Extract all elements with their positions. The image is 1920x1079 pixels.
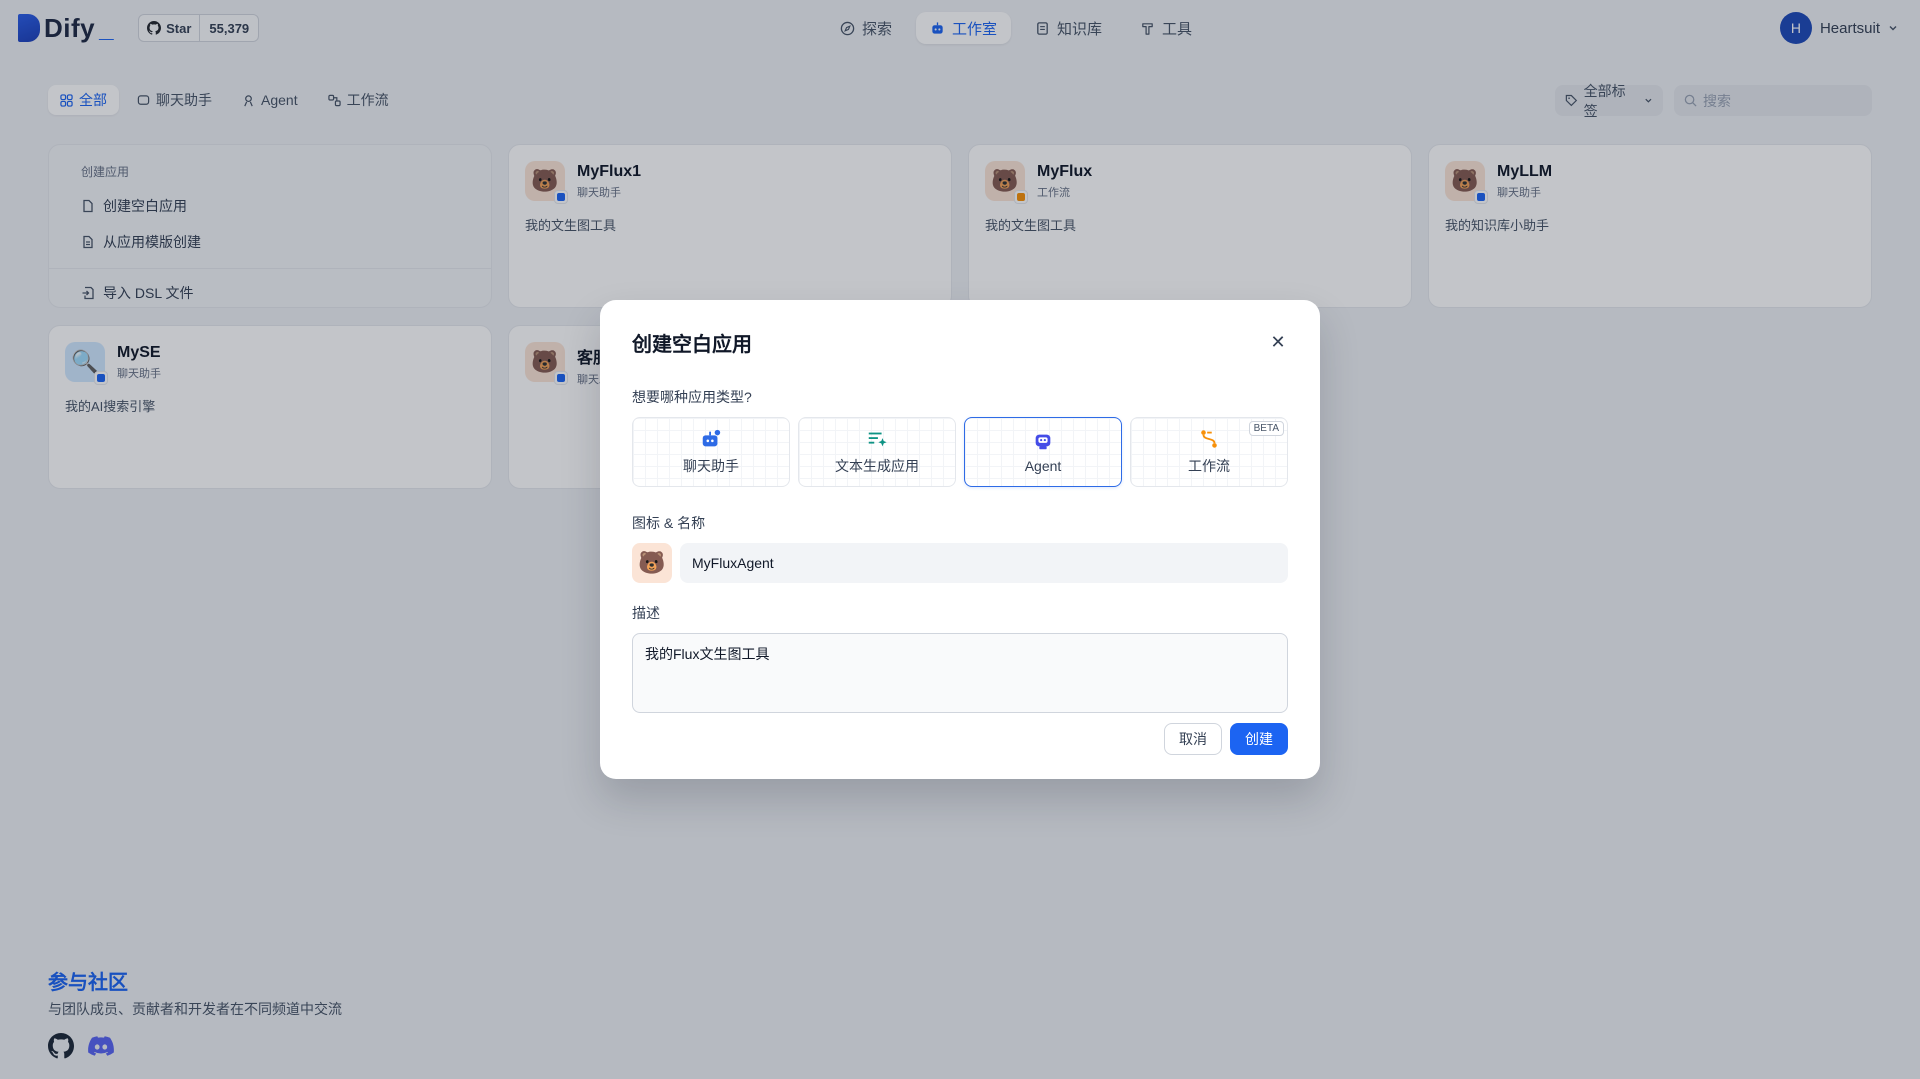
type-option-text-generation-label: 文本生成应用 — [835, 458, 919, 474]
text-generation-icon — [868, 432, 887, 447]
type-option-agent[interactable]: Agent — [964, 417, 1122, 487]
type-option-chat[interactable]: 聊天助手 — [632, 417, 790, 487]
app-type-selector: 聊天助手 文本生成应用 Agent BETA 工作流 — [632, 417, 1288, 487]
dialog-title: 创建空白应用 — [632, 334, 752, 356]
app-type-question: 想要哪种应用类型? — [632, 389, 752, 405]
close-icon[interactable]: ✕ — [1268, 332, 1288, 352]
chat-bot-icon — [702, 429, 721, 447]
workflow-icon — [1201, 430, 1217, 448]
create-blank-app-dialog: 创建空白应用 ✕ 想要哪种应用类型? 聊天助手 文本生成应用 Agent BET… — [600, 300, 1320, 779]
cancel-button[interactable]: 取消 — [1164, 723, 1222, 755]
type-option-text-generation[interactable]: 文本生成应用 — [798, 417, 956, 487]
agent-robot-icon — [1035, 434, 1051, 450]
description-textarea[interactable]: 我的Flux文生图工具 — [632, 633, 1288, 713]
create-button[interactable]: 创建 — [1230, 723, 1288, 755]
description-label: 描述 — [632, 605, 660, 621]
type-option-agent-label: Agent — [1024, 458, 1062, 474]
type-option-chat-label: 聊天助手 — [683, 458, 739, 474]
app-name-input[interactable]: MyFluxAgent — [680, 543, 1288, 583]
type-option-workflow-label: 工作流 — [1188, 458, 1230, 474]
icon-name-label: 图标 & 名称 — [632, 515, 706, 531]
beta-badge: BETA — [1248, 421, 1284, 436]
type-option-workflow[interactable]: BETA 工作流 — [1130, 417, 1288, 487]
app-icon-picker[interactable]: 🐻 — [632, 543, 672, 583]
